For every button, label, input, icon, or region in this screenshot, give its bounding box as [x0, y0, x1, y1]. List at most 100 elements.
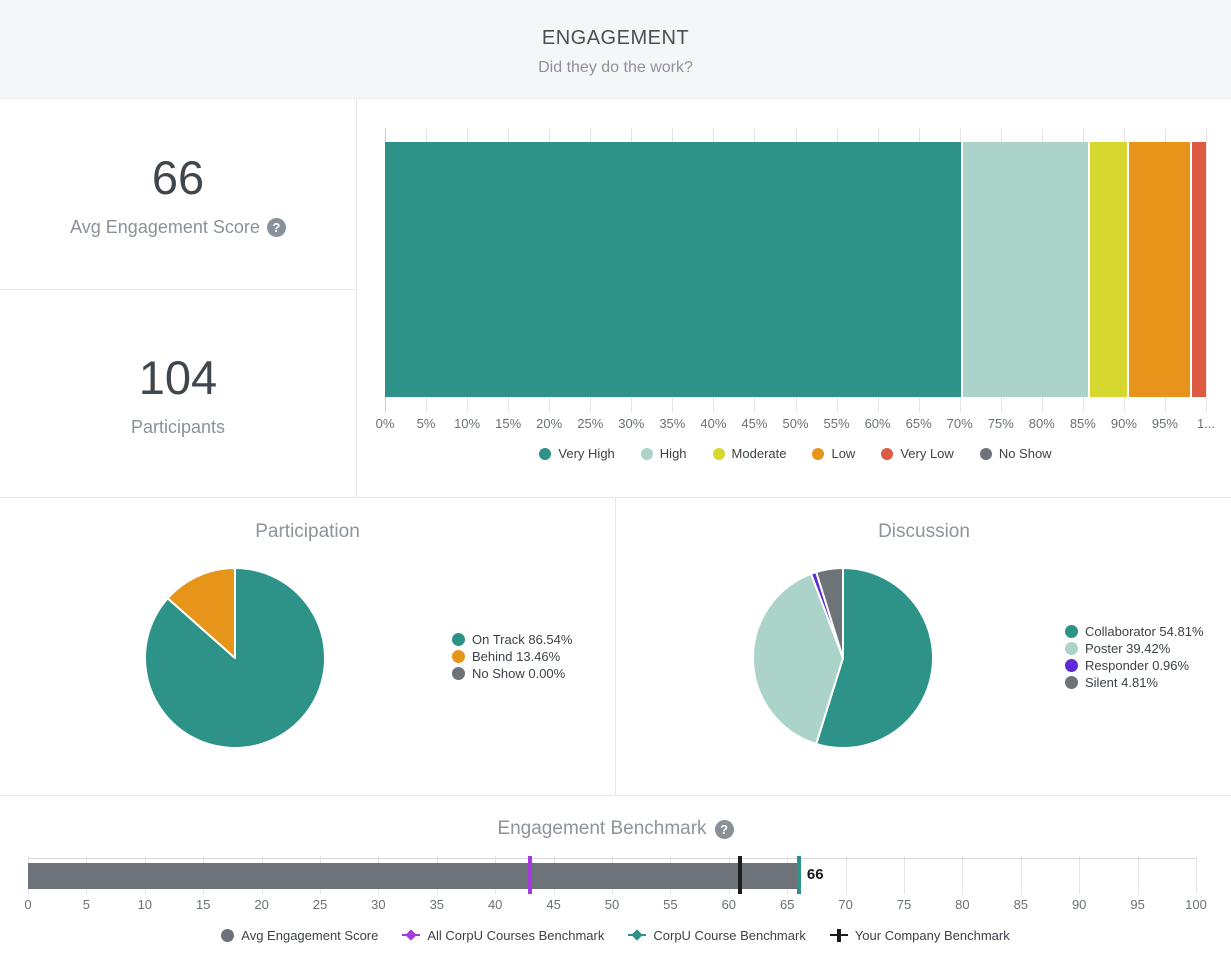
discussion-card: Discussion Collaborator 54.81%Poster 39.… — [617, 498, 1231, 795]
legend-item-label: Silent 4.81% — [1085, 675, 1158, 690]
x-axis-tick-label: 60 — [709, 897, 749, 912]
legend-item-your-company-benchmark[interactable]: Your Company Benchmark — [830, 928, 1010, 943]
x-axis-tick-label: 0 — [8, 897, 48, 912]
x-axis-tick-label: 95 — [1118, 897, 1158, 912]
legend-item-high[interactable]: High — [641, 446, 687, 461]
legend-item-silent[interactable]: Silent 4.81% — [1065, 674, 1204, 691]
participants-card: 104 Participants — [0, 290, 356, 497]
participants-label: Participants — [131, 417, 225, 438]
legend-marker-icon — [980, 448, 992, 460]
axis-line — [28, 858, 1196, 859]
x-axis-tick-label: 35% — [650, 416, 694, 431]
avg-engagement-score-label: Avg Engagement Score ? — [70, 217, 286, 238]
x-axis-tick-label: 15% — [486, 416, 530, 431]
x-axis-tick-label: 25 — [300, 897, 340, 912]
legend-marker-icon — [1065, 676, 1078, 689]
legend-marker-icon — [641, 448, 653, 460]
legend-item-label: Responder 0.96% — [1085, 658, 1189, 673]
x-axis-tick-label: 10% — [445, 416, 489, 431]
legend-marker-icon — [539, 448, 551, 460]
benchmark-marker-your-company-benchmark — [738, 856, 742, 894]
legend-item-on-track[interactable]: On Track 86.54% — [452, 631, 572, 648]
x-axis-tick-label: 45% — [732, 416, 776, 431]
legend-item-low[interactable]: Low — [812, 446, 855, 461]
legend-item-very-low[interactable]: Very Low — [881, 446, 953, 461]
benchmark-marker-all-corpu-courses-benchmark — [528, 856, 532, 894]
x-axis-tick-label: 50% — [774, 416, 818, 431]
legend-item-behind[interactable]: Behind 13.46% — [452, 648, 572, 665]
legend-marker-icon — [1065, 659, 1078, 672]
x-axis-tick-label: 50 — [592, 897, 632, 912]
legend-item-very-high[interactable]: Very High — [539, 446, 614, 461]
legend-item-label: CorpU Course Benchmark — [653, 928, 805, 943]
x-axis-tick-label: 85% — [1061, 416, 1105, 431]
legend-marker-icon — [1065, 642, 1078, 655]
legend-item-label: Behind 13.46% — [472, 649, 560, 664]
gridline — [1021, 856, 1022, 894]
legend-item-corpu-course-benchmark[interactable]: CorpU Course Benchmark — [628, 928, 805, 943]
x-axis-tick-label: 5 — [66, 897, 106, 912]
x-axis-tick-label: 75% — [979, 416, 1023, 431]
stats-panel: 66 Avg Engagement Score ? 104 Participan… — [0, 99, 357, 497]
legend-marker-icon — [452, 633, 465, 646]
chart-legend: On Track 86.54%Behind 13.46% No Show 0.00… — [452, 631, 572, 682]
legend-item-label: Collaborator 54.81% — [1085, 624, 1204, 639]
x-axis-tick-label: 15 — [183, 897, 223, 912]
legend-item-label: No Show 0.00% — [472, 666, 565, 681]
legend-marker-icon — [830, 929, 848, 942]
legend-marker-icon — [402, 929, 420, 942]
x-axis-tick-label: 0% — [363, 416, 407, 431]
pie-charts-row: Participation On Track 86.54%Behind 13.4… — [0, 497, 1231, 795]
x-axis-tick-label: 70% — [938, 416, 982, 431]
legend-item-no-show[interactable]: No Show 0.00% — [452, 665, 572, 682]
gridline — [962, 856, 963, 894]
gridline — [1138, 856, 1139, 894]
legend-marker-icon — [881, 448, 893, 460]
x-axis-tick-label: 30% — [609, 416, 653, 431]
legend-marker-icon — [713, 448, 725, 460]
x-axis-tick-label: 40% — [691, 416, 735, 431]
legend-item-label: Your Company Benchmark — [855, 928, 1010, 943]
benchmark-marker-corpu-course-benchmark — [797, 856, 801, 894]
legend-item-label: All CorpU Courses Benchmark — [427, 928, 604, 943]
x-axis-tick-label: 10 — [125, 897, 165, 912]
participation-card: Participation On Track 86.54%Behind 13.4… — [0, 498, 616, 795]
page-title: ENGAGEMENT — [0, 0, 1231, 50]
x-axis-tick-label: 85 — [1001, 897, 1041, 912]
legend-item-label: Very High — [558, 446, 614, 461]
legend-item-moderate[interactable]: Moderate — [713, 446, 787, 461]
x-axis-tick-label: 90 — [1059, 897, 1099, 912]
benchmark-value-label: 66 — [807, 866, 824, 883]
legend-item-avg-engagement-score[interactable]: Avg Engagement Score — [221, 928, 378, 943]
participants-label-text: Participants — [131, 417, 225, 438]
benchmark-bar — [28, 863, 799, 889]
x-axis-tick-label: 65 — [767, 897, 807, 912]
legend-item-label: High — [660, 446, 687, 461]
legend-marker-icon — [221, 929, 234, 942]
legend-item-label: Avg Engagement Score — [241, 928, 378, 943]
bar-segment-moderate — [1088, 142, 1127, 397]
x-axis-tick-label: 100 — [1176, 897, 1216, 912]
x-axis-tick-label: 90% — [1102, 416, 1146, 431]
help-icon[interactable]: ? — [715, 820, 734, 839]
x-axis-tick-label: 35 — [417, 897, 457, 912]
legend-marker-shape — [837, 929, 841, 942]
x-axis-tick-label: 20% — [527, 416, 571, 431]
legend-marker-icon — [812, 448, 824, 460]
avg-engagement-score-card: 66 Avg Engagement Score ? — [0, 99, 356, 290]
legend-item-responder[interactable]: Responder 0.96% — [1065, 657, 1204, 674]
x-axis-tick-label: 1... — [1184, 416, 1228, 431]
avg-engagement-score-label-text: Avg Engagement Score — [70, 217, 260, 238]
gridline — [1079, 856, 1080, 894]
legend-item-collaborator[interactable]: Collaborator 54.81% — [1065, 623, 1204, 640]
x-axis-tick-label: 55% — [815, 416, 859, 431]
benchmark-section: Engagement Benchmark ? 05101520253035404… — [0, 795, 1231, 958]
engagement-header: ENGAGEMENT Did they do the work? — [0, 0, 1231, 99]
legend-item-no-show[interactable]: No Show — [980, 446, 1052, 461]
legend-item-poster[interactable]: Poster 39.42% — [1065, 640, 1204, 657]
legend-marker-icon — [1065, 625, 1078, 638]
legend-item-label: Low — [831, 446, 855, 461]
page-subtitle: Did they do the work? — [0, 59, 1231, 77]
legend-item-all-corpu-courses-benchmark[interactable]: All CorpU Courses Benchmark — [402, 928, 604, 943]
help-icon[interactable]: ? — [267, 218, 286, 237]
